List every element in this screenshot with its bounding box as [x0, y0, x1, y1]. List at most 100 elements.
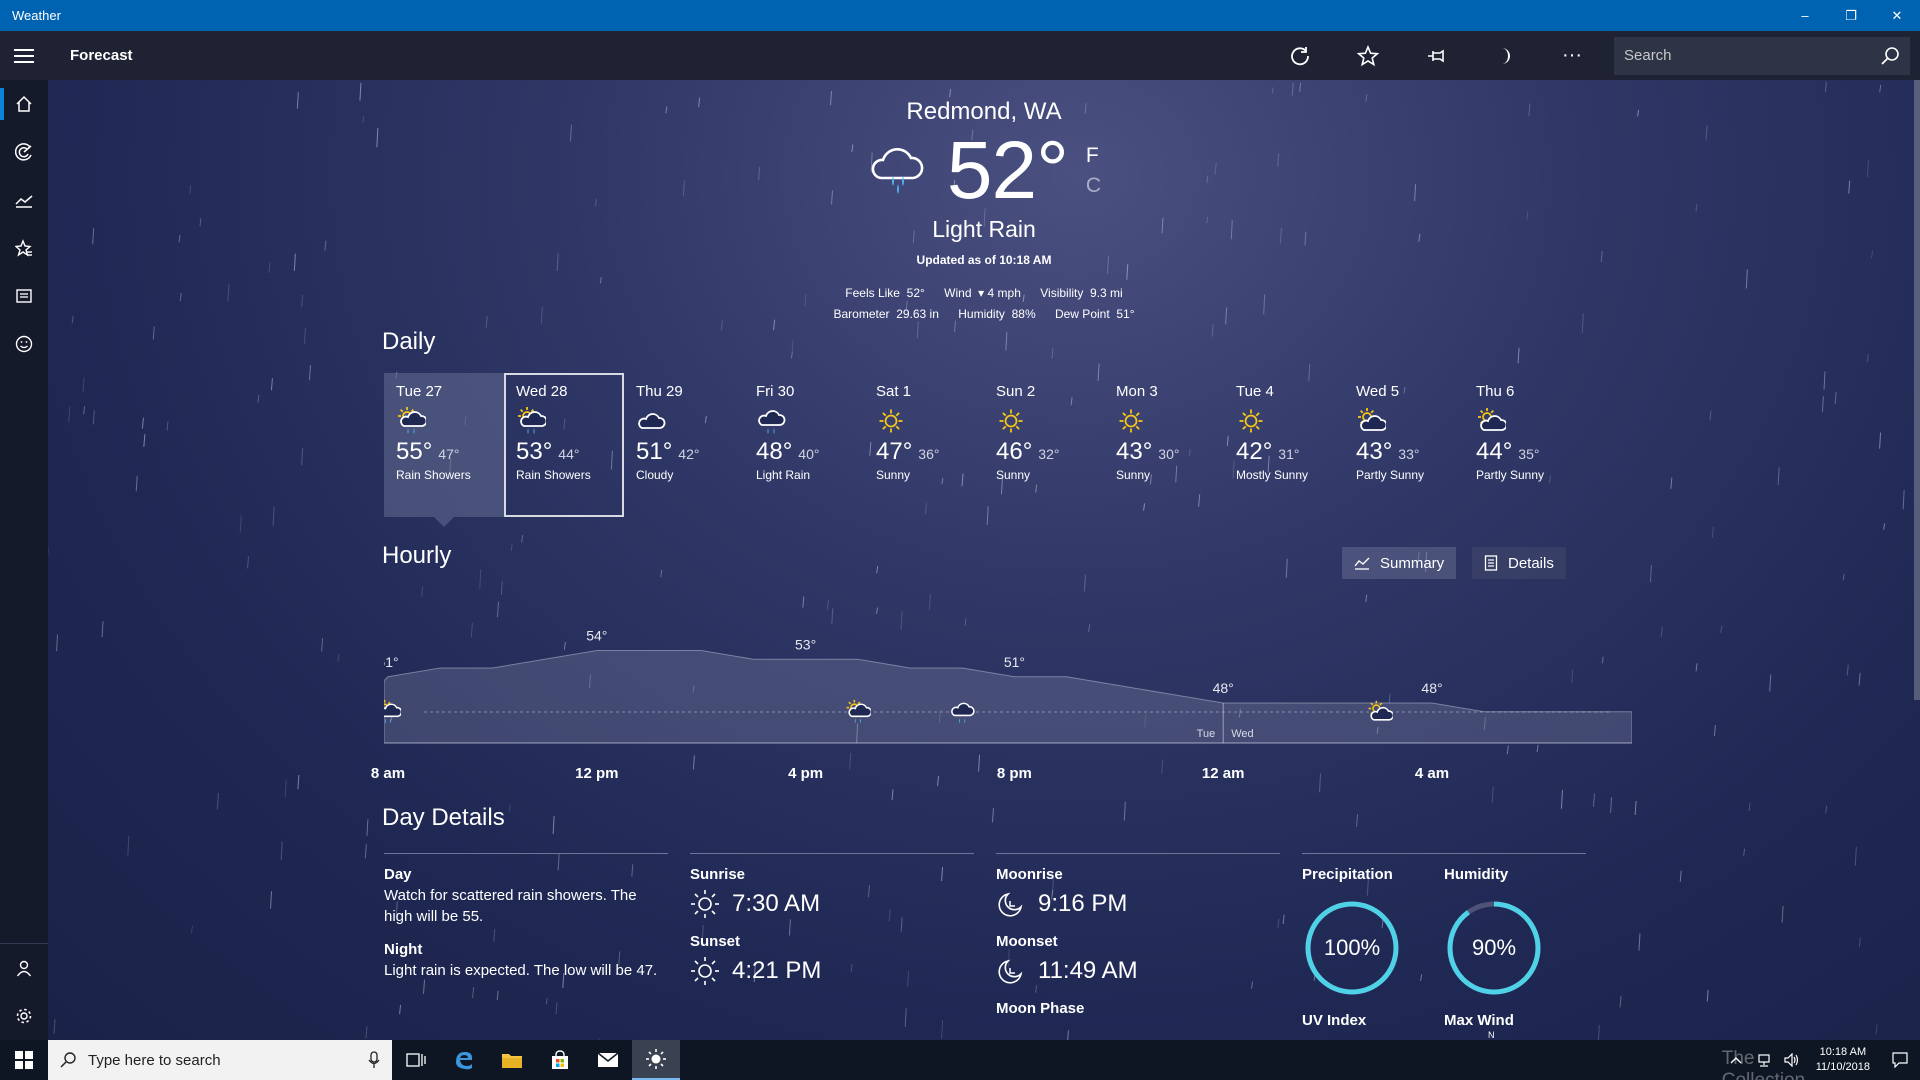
weather-app-button[interactable] [632, 1040, 680, 1080]
favorite-button[interactable] [1334, 31, 1402, 80]
rain-streak [141, 417, 144, 429]
nav-account[interactable] [0, 944, 48, 992]
day-condition: Partly Sunny [1476, 468, 1545, 482]
nav-favorites[interactable] [0, 224, 48, 272]
rain-streak [247, 556, 250, 569]
celsius-toggle[interactable]: C [1086, 171, 1101, 201]
humidity-stat: Humidity 88% [958, 307, 1035, 321]
mail-button[interactable] [584, 1040, 632, 1080]
fahrenheit-toggle[interactable]: F [1086, 141, 1101, 171]
rain-streak [1282, 914, 1285, 925]
precipitation-gauge: 100% [1302, 898, 1402, 998]
rain-streak [297, 774, 300, 790]
window-titlebar: Weather – ❐ ✕ [0, 0, 1920, 31]
start-button[interactable] [0, 1040, 48, 1080]
moonset-icon [998, 959, 1023, 984]
nav-settings[interactable] [0, 992, 48, 1040]
day-card[interactable]: Tue 27 55° 47° Rain Showers [384, 373, 504, 527]
rain-streak [1634, 800, 1637, 816]
day-temps: 44° 35° [1476, 438, 1572, 466]
rain-streak [270, 378, 273, 391]
rain-streak [1299, 82, 1302, 92]
day-icon-wrap [756, 406, 852, 436]
search-icon [1881, 46, 1899, 65]
summary-toggle-button[interactable]: Summary [1342, 547, 1457, 579]
day-condition: Sunny [1116, 468, 1151, 482]
close-button[interactable]: ✕ [1874, 0, 1920, 31]
rain-streak [83, 406, 86, 415]
location-name: Redmond, WA [906, 98, 1062, 125]
window-title: Weather [12, 8, 61, 23]
task-view-icon [406, 1053, 426, 1067]
rain-streak [190, 925, 193, 934]
nav-feedback[interactable] [0, 320, 48, 368]
rain-streak [1846, 664, 1849, 676]
hourly-temp-label: 53° [795, 636, 816, 652]
edge-button[interactable] [440, 1040, 488, 1080]
cloud-icon [638, 413, 666, 429]
theme-button[interactable] [1470, 31, 1538, 80]
hourly-temp-label: 48° [1213, 680, 1234, 696]
hourly-chart: Tue Wed 51° 54° 53° 51° 48° 48° [384, 628, 1632, 744]
day-card[interactable]: Wed 28 53° 44° Rain Showers [504, 373, 624, 517]
refresh-button[interactable] [1266, 31, 1334, 80]
more-button[interactable]: ··· [1538, 31, 1606, 80]
favorites-icon [15, 239, 32, 257]
file-explorer-button[interactable] [488, 1040, 536, 1080]
details-toggle-button[interactable]: Details [1472, 547, 1566, 579]
daily-forecast-strip: Tue 27 55° 47° Rain Showers Wed 28 53° 44° Rain… [384, 373, 1584, 527]
day-condition: Partly Sunny [1356, 468, 1425, 482]
rain-streak [1743, 848, 1746, 856]
hourly-temp-label: 51° [384, 654, 399, 670]
task-view-button[interactable] [392, 1040, 440, 1080]
visibility-stat: Visibility 9.3 mi [1040, 286, 1122, 300]
day-condition: Sunny [996, 468, 1031, 482]
taskbar-search[interactable]: Type here to search [48, 1040, 392, 1080]
day-card[interactable]: Thu 29 51° 42° Cloudy [624, 373, 744, 517]
rain-streak [56, 634, 59, 652]
rain-streak [1291, 82, 1294, 96]
rain-streak [1211, 324, 1214, 337]
maximize-button[interactable]: ❐ [1828, 0, 1874, 31]
store-button[interactable] [536, 1040, 584, 1080]
rain-streak [364, 844, 367, 859]
day-card[interactable]: Wed 5 43° 33° Partly Sunny [1344, 373, 1464, 517]
rain-streak [366, 819, 369, 836]
nav-forecast[interactable] [0, 80, 48, 128]
day-card[interactable]: Sat 1 47° 36° Sunny [864, 373, 984, 517]
nav-historical[interactable] [0, 176, 48, 224]
rain-streak [1491, 786, 1494, 803]
stat-value: ▾ 4 mph [978, 286, 1021, 300]
pin-button[interactable] [1402, 31, 1470, 80]
day-card[interactable]: Fri 30 48° 40° Light Rain [744, 373, 864, 517]
search-box[interactable] [1614, 36, 1910, 75]
rain-streak [1365, 594, 1368, 603]
rain-streak [303, 327, 306, 344]
updated-time: Updated as of 10:18 AM [916, 253, 1052, 267]
page-title: Forecast [70, 47, 133, 64]
nav-maps[interactable] [0, 128, 48, 176]
rain-streak [82, 377, 85, 393]
hamburger-menu-button[interactable] [0, 31, 48, 80]
day-condition: Light Rain [756, 468, 811, 482]
day-card[interactable]: Tue 4 42° 31° Mostly Sunny [1224, 373, 1344, 517]
minimize-button[interactable]: – [1782, 0, 1828, 31]
rain-streak [272, 506, 275, 526]
notification-icon [1892, 1052, 1908, 1068]
gear-icon [16, 1008, 32, 1024]
hourly-tick-label: 12 am [1201, 765, 1245, 782]
day-name: Wed 5 [1356, 383, 1400, 400]
current-conditions: Redmond, WA 52° F C Light Rain Updated a… [48, 98, 1920, 325]
day-card[interactable]: Mon 3 43° 30° Sunny [1104, 373, 1224, 517]
chart-icon [15, 195, 33, 208]
stat-label: Wind [944, 286, 972, 300]
nav-news[interactable] [0, 272, 48, 320]
action-center-button[interactable] [1880, 1040, 1920, 1080]
day-card[interactable]: Thu 6 44° 35° Partly Sunny [1464, 373, 1584, 517]
search-input[interactable] [1624, 47, 1880, 64]
watermark-text: The Collection Book [1721, 1048, 1805, 1080]
nav-bottom-group [0, 943, 48, 1040]
day-card[interactable]: Sun 2 46° 32° Sunny [984, 373, 1104, 517]
rain-streak [53, 1019, 56, 1035]
system-tray: The Collection Book 10:18 AM 11/10/2018 [1722, 1040, 1920, 1080]
